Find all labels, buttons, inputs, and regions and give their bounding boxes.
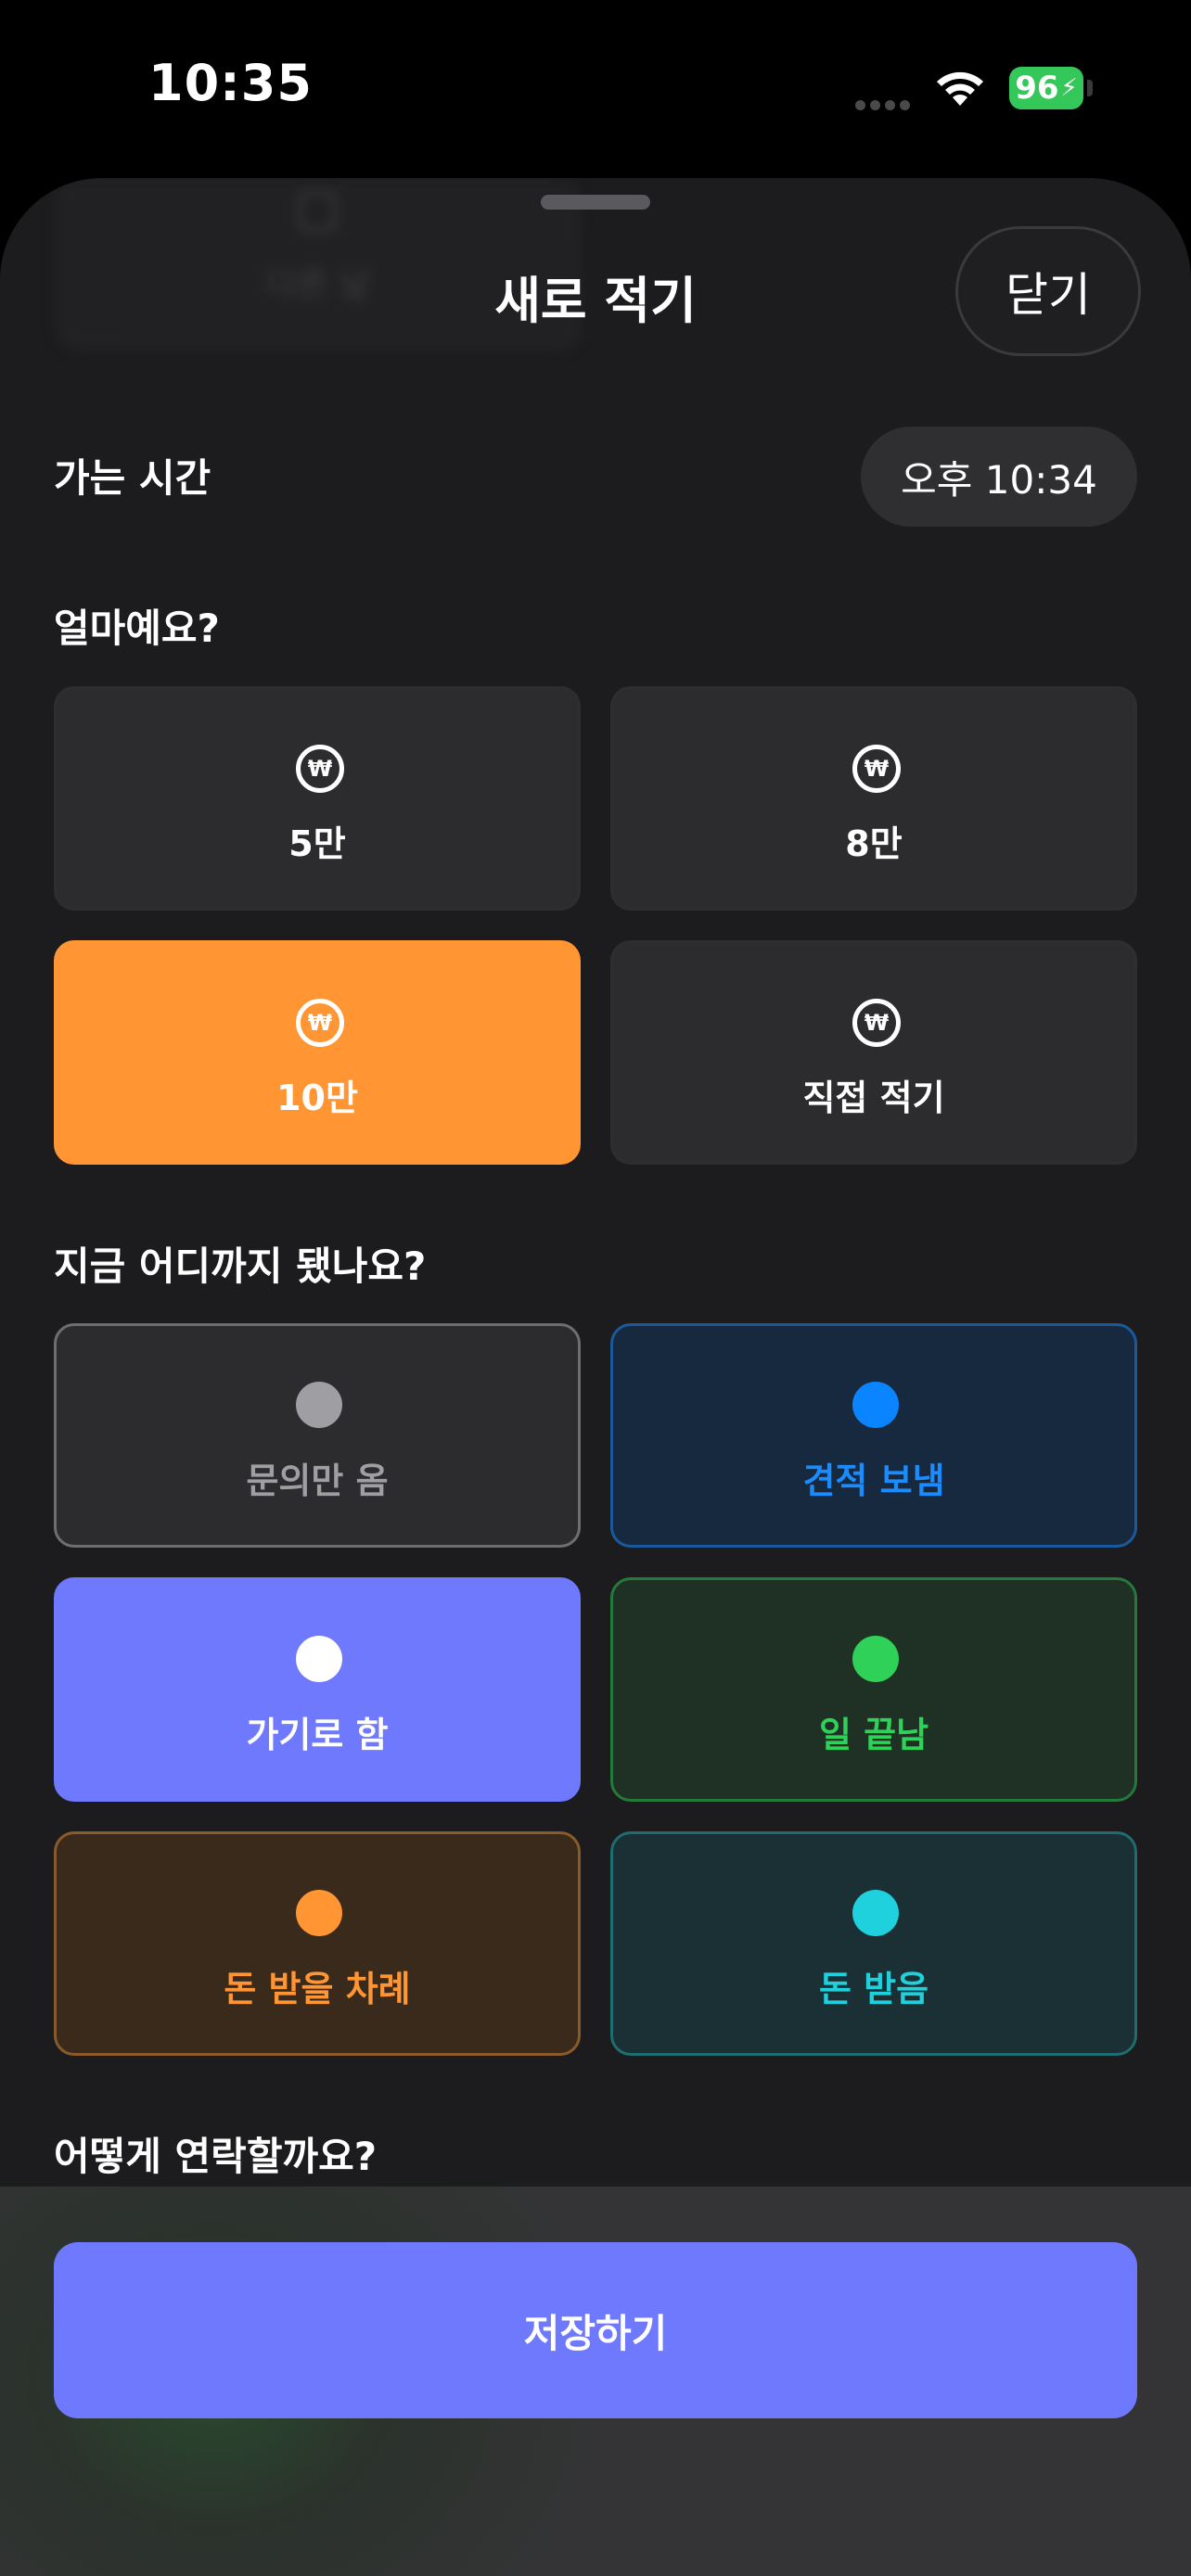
amount-option-label: 10만 xyxy=(276,1078,358,1118)
status-time: 10:35 xyxy=(148,54,313,112)
cellular-signal-icon xyxy=(855,96,916,110)
amount-option-label: 8만 xyxy=(845,823,903,864)
amount-option-custom[interactable]: ₩ 직접 적기 xyxy=(610,940,1137,1165)
won-icon: ₩ xyxy=(852,745,901,793)
amount-option-label: 5만 xyxy=(288,823,346,864)
contact-section-label: 어떻게 연락할까요? xyxy=(54,2134,378,2179)
departure-time-picker[interactable]: 오후 10:34 xyxy=(861,427,1137,527)
status-bar: 10:35 96 ⚡ xyxy=(0,0,1191,176)
won-icon: ₩ xyxy=(296,745,344,793)
amount-option-50k[interactable]: ₩ 5만 xyxy=(54,686,581,911)
status-dot-icon xyxy=(296,1382,342,1428)
status-dot-icon xyxy=(296,1890,342,1936)
status-option-label: 돈 받음 xyxy=(818,1969,929,2009)
status-option-job-done[interactable]: 일 끝남 xyxy=(610,1577,1137,1802)
save-button[interactable]: 저장하기 xyxy=(54,2242,1137,2418)
bottom-action-bar: 저장하기 xyxy=(0,2187,1191,2576)
status-option-scheduled[interactable]: 가기로 함 xyxy=(54,1577,581,1802)
departure-time-label: 가는 시간 xyxy=(54,455,211,501)
status-option-payment-due[interactable]: 돈 받을 차례 xyxy=(54,1831,581,2056)
battery-tip xyxy=(1087,80,1093,96)
status-option-label: 가기로 함 xyxy=(246,1715,389,1755)
amount-option-80k[interactable]: ₩ 8만 xyxy=(610,686,1137,911)
calendar-icon xyxy=(297,191,338,232)
won-icon: ₩ xyxy=(296,999,344,1047)
status-option-label: 돈 받을 차례 xyxy=(224,1969,411,2009)
progress-section-label: 지금 어디까지 됐나요? xyxy=(54,1243,427,1289)
status-option-paid[interactable]: 돈 받음 xyxy=(610,1831,1137,2056)
status-option-label: 일 끝남 xyxy=(818,1715,929,1755)
status-option-label: 문의만 옴 xyxy=(246,1460,389,1501)
amount-option-label: 직접 적기 xyxy=(802,1078,945,1118)
charging-bolt-icon: ⚡ xyxy=(1060,74,1078,102)
status-option-label: 견적 보냄 xyxy=(802,1460,945,1501)
amount-option-100k[interactable]: ₩ 10만 xyxy=(54,940,581,1165)
status-dot-icon xyxy=(852,1382,899,1428)
battery-level: 96 xyxy=(1015,70,1059,107)
status-dot-icon xyxy=(852,1636,899,1682)
status-dot-icon xyxy=(852,1890,899,1936)
amount-section-label: 얼마예요? xyxy=(54,606,220,651)
sheet-grabber[interactable] xyxy=(541,195,650,210)
status-dot-icon xyxy=(296,1636,342,1682)
battery-icon: 96 ⚡ xyxy=(1009,67,1083,109)
won-icon: ₩ xyxy=(852,999,901,1047)
close-button[interactable]: 닫기 xyxy=(955,226,1141,356)
status-option-inquiry[interactable]: 문의만 옴 xyxy=(54,1323,581,1548)
wifi-icon xyxy=(937,71,983,106)
status-option-quote-sent[interactable]: 견적 보냄 xyxy=(610,1323,1137,1548)
